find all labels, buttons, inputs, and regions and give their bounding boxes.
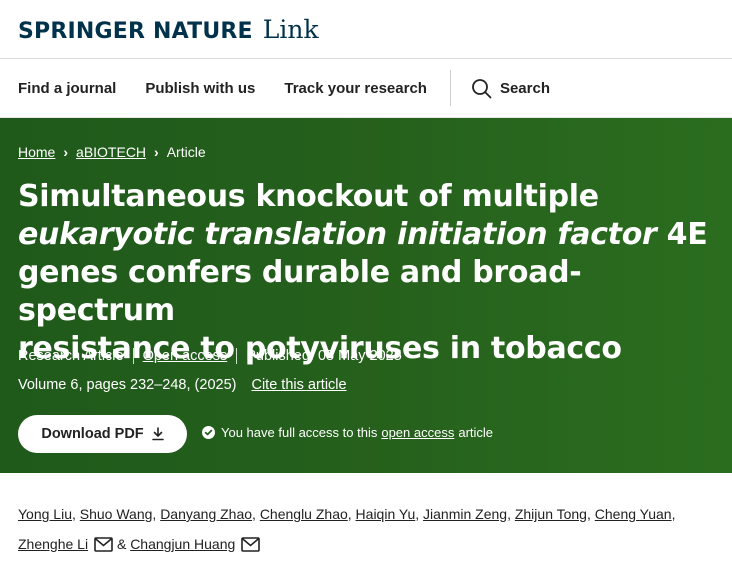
breadcrumb-journal[interactable]: aBIOTECH bbox=[76, 144, 146, 160]
breadcrumb-current: Article bbox=[166, 144, 206, 160]
nav-divider bbox=[449, 70, 451, 106]
title-italic-term: eukaryotic translation initiation factor bbox=[18, 217, 657, 252]
chevron-right-icon: › bbox=[154, 144, 159, 160]
author-link[interactable]: Changjun Huang bbox=[130, 536, 235, 552]
download-pdf-label: Download PDF bbox=[41, 426, 144, 442]
author-link[interactable]: Danyang Zhao bbox=[160, 506, 252, 522]
author-link[interactable]: Shuo Wang bbox=[80, 506, 153, 522]
author-link[interactable]: Haiqin Yu bbox=[356, 506, 416, 522]
author-separator: , bbox=[152, 506, 157, 522]
nav-publish-with-us[interactable]: Publish with us bbox=[145, 80, 255, 97]
download-pdf-button[interactable]: Download PDF bbox=[18, 415, 187, 453]
springer-nature-link-logo[interactable]: SPRINGER NATURE Link bbox=[18, 15, 319, 44]
breadcrumb: Home › aBIOTECH › Article bbox=[18, 144, 206, 160]
cite-article-link[interactable]: Cite this article bbox=[251, 377, 346, 393]
nav-track-research[interactable]: Track your research bbox=[284, 80, 427, 97]
mail-icon[interactable] bbox=[241, 537, 261, 552]
article-title: Simultaneous knockout of multiple eukaryo… bbox=[18, 178, 718, 368]
author-link[interactable]: Zhijun Tong bbox=[515, 506, 587, 522]
author-link[interactable]: Cheng Yuan bbox=[595, 506, 672, 522]
meta-divider bbox=[132, 348, 134, 364]
published-date: Published: 05 May 2025 bbox=[246, 348, 402, 364]
logo-brand: SPRINGER NATURE bbox=[18, 18, 253, 44]
author-and: & bbox=[116, 536, 127, 552]
author-link[interactable]: Zhenghe Li bbox=[18, 536, 88, 552]
title-line-2-rest: 4E bbox=[656, 217, 708, 252]
author-list: Yong Liu, Shuo Wang, Danyang Zhao, Cheng… bbox=[0, 473, 732, 559]
mail-icon[interactable] bbox=[94, 537, 113, 552]
author-link[interactable]: Jianmin Zeng bbox=[423, 506, 507, 522]
article-volume-info: Volume 6, pages 232–248, (2025) Cite thi… bbox=[18, 377, 347, 393]
author-link[interactable]: Yong Liu bbox=[18, 506, 72, 522]
check-circle-icon bbox=[202, 426, 215, 439]
article-meta: Research Article Open access Published: … bbox=[18, 348, 402, 364]
author-separator: , bbox=[507, 506, 511, 522]
nav-find-journal[interactable]: Find a journal bbox=[18, 80, 116, 97]
access-notice: You have full access to this open access… bbox=[202, 425, 493, 440]
author-separator: , bbox=[415, 506, 420, 522]
volume-pages: Volume 6, pages 232–248, (2025) bbox=[18, 377, 237, 393]
author-separator: , bbox=[252, 506, 256, 522]
meta-divider bbox=[236, 348, 238, 364]
article-hero: Home › aBIOTECH › Article Simultaneous k… bbox=[0, 118, 732, 473]
author-separator: , bbox=[586, 506, 591, 522]
author-separator: , bbox=[71, 506, 76, 522]
chevron-right-icon: › bbox=[63, 144, 69, 160]
open-access-link[interactable]: Open access bbox=[143, 348, 228, 364]
title-line-1: Simultaneous knockout of multiple bbox=[18, 179, 599, 214]
access-text: You have full access to this bbox=[221, 425, 378, 440]
access-open-access-link[interactable]: open access bbox=[381, 425, 454, 440]
search-label: Search bbox=[499, 79, 550, 97]
logo-product: Link bbox=[262, 14, 319, 44]
title-line-3: genes confers durable and broad-spectrum bbox=[18, 255, 582, 328]
author-separator: , bbox=[347, 506, 352, 522]
author-separator: , bbox=[671, 506, 676, 522]
download-icon bbox=[151, 427, 164, 441]
site-header: SPRINGER NATURE Link bbox=[0, 0, 732, 59]
search-button[interactable]: Search bbox=[471, 78, 550, 99]
search-icon bbox=[472, 78, 492, 98]
main-nav: Find a journal Publish with us Track you… bbox=[0, 59, 732, 118]
breadcrumb-home[interactable]: Home bbox=[18, 144, 55, 160]
article-type: Research Article bbox=[18, 348, 124, 364]
author-link[interactable]: Chenglu Zhao bbox=[260, 506, 348, 522]
access-text-suffix: article bbox=[458, 425, 494, 440]
